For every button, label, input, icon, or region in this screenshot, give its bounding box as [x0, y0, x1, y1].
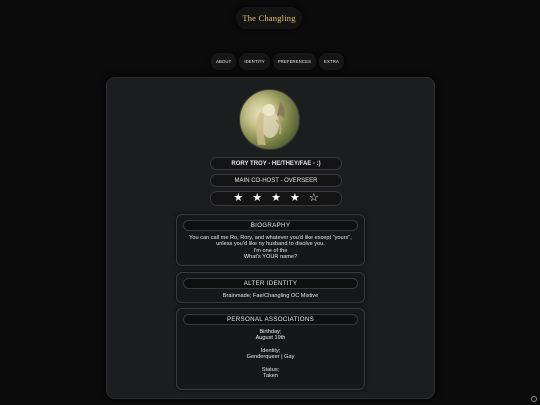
association-item: Identity; Genderqueer | Gay — [183, 348, 358, 361]
star-icon: ★ — [289, 192, 300, 204]
top-nav: ABOUT IDENTITY PREFERENCES EXTRA — [211, 53, 344, 70]
biography-text: You can call me Ro, Rory, and whatever y… — [177, 231, 364, 261]
star-icon: ★ — [252, 192, 263, 204]
tab-identity[interactable]: IDENTITY — [239, 53, 270, 70]
biography-line: What's YOUR name? — [243, 254, 298, 261]
association-value: Genderqueer | Gay — [246, 354, 295, 361]
star-icon: ★ — [271, 192, 281, 204]
association-value: August 19th — [255, 335, 286, 342]
tab-extra[interactable]: EXTRA — [319, 53, 344, 70]
alter-identity-card: ALTER IDENTITY Brainmade; Fae/Changling … — [176, 272, 365, 303]
rating-stars: ★ ★ ★ ★ ☆ — [210, 191, 342, 206]
star-outline-icon: ☆ — [308, 192, 319, 204]
alter-identity-text: Brainmade; Fae/Changling OC Mixtive — [222, 293, 319, 299]
star-icon: ★ — [233, 192, 244, 204]
profile-role: MAIN CO-HOST - OVERSEER — [210, 174, 342, 187]
association-item: Birthday; August 19th — [183, 329, 358, 342]
association-value: Taken — [263, 373, 278, 380]
avatar — [239, 89, 300, 150]
site-title[interactable]: The Changling — [236, 7, 302, 29]
biography-card: BIOGRAPHY You can call me Ro, Rory, and … — [176, 214, 365, 266]
association-item: Status; Taken — [183, 367, 358, 380]
alter-identity-title: ALTER IDENTITY — [183, 278, 358, 289]
associations-card: PERSONAL ASSOCIATIONS Birthday; August 1… — [176, 308, 365, 390]
associations-title: PERSONAL ASSOCIATIONS — [183, 314, 358, 325]
avatar-portrait — [256, 102, 285, 145]
tab-preferences[interactable]: PREFERENCES — [272, 53, 317, 70]
profile-name: RORY TROY - HE/THEY/FAE - :) — [210, 157, 342, 170]
corner-circle-icon[interactable] — [531, 396, 537, 402]
associations-list: Birthday; August 19th Identity; Genderqu… — [177, 325, 364, 379]
tab-about[interactable]: ABOUT — [211, 53, 237, 70]
biography-title: BIOGRAPHY — [183, 220, 358, 231]
